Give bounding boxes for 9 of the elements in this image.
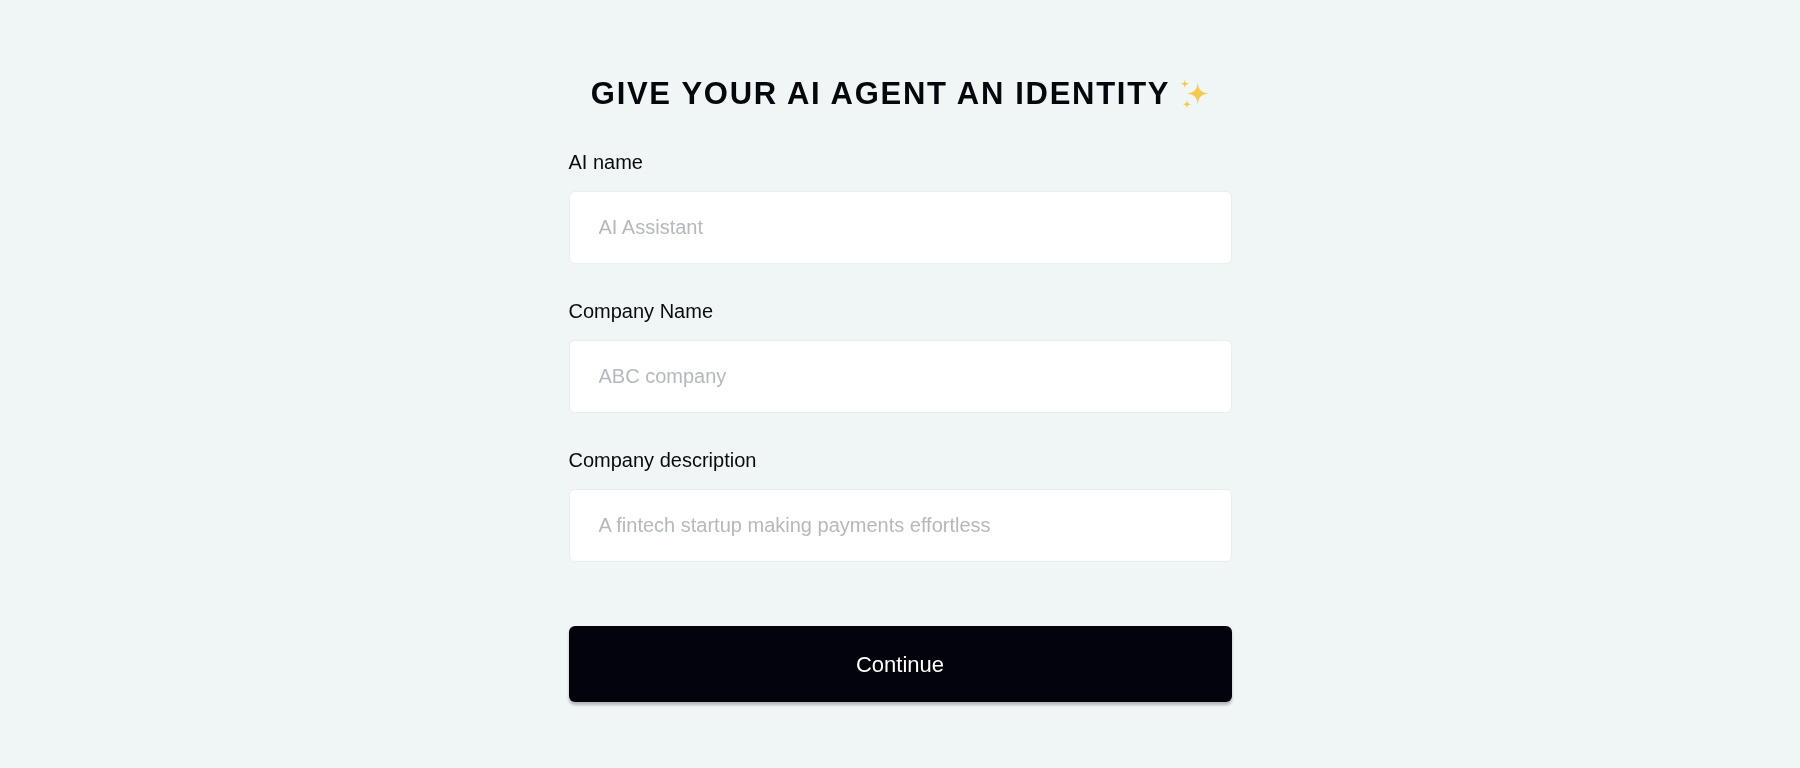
sparkles-icon <box>1180 79 1210 109</box>
text-field[interactable]: AI Assistant <box>568 191 1232 264</box>
text-field[interactable]: ABC company <box>568 340 1232 413</box>
field-label: AI name <box>568 150 643 174</box>
field-label: Company Name <box>568 299 713 323</box>
field-label: Company description <box>568 448 757 472</box>
text-field[interactable]: A fintech startup making payments effortless <box>568 489 1232 562</box>
continue-button[interactable]: Continue <box>568 626 1232 702</box>
page-title: GIVE YOUR AI AGENT AN IDENTITY <box>590 76 1171 112</box>
